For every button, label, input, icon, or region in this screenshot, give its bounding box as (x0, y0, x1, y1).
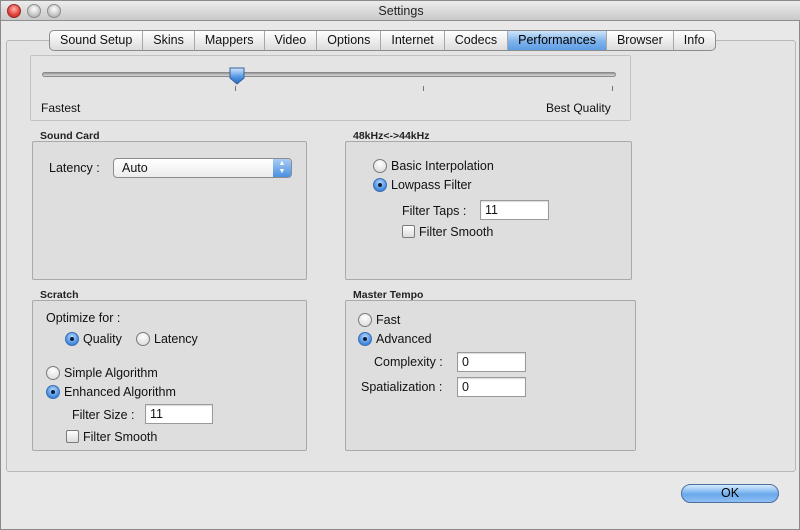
filter-taps-input[interactable]: 11 (480, 200, 549, 220)
filter-size-label: Filter Size : (72, 408, 135, 422)
tab-info[interactable]: Info (674, 31, 715, 50)
tab-codecs[interactable]: Codecs (445, 31, 509, 50)
spatialization-input[interactable]: 0 (457, 377, 526, 397)
resample-filter-smooth-label: Filter Smooth (419, 225, 494, 239)
quality-slider-group (30, 55, 631, 121)
optimize-quality-radio[interactable] (65, 332, 79, 346)
slider-tick (423, 86, 424, 91)
window-title: Settings (378, 4, 424, 18)
basic-interpolation-label: Basic Interpolation (391, 159, 494, 173)
enhanced-algorithm-label: Enhanced Algorithm (64, 385, 176, 399)
title-bar: Settings (1, 1, 800, 21)
tempo-advanced-radio[interactable] (358, 332, 372, 346)
slider-min-label: Fastest (41, 101, 81, 115)
slider-tick (235, 86, 236, 91)
simple-algorithm-label: Simple Algorithm (64, 366, 158, 380)
ok-button[interactable]: OK (681, 484, 779, 503)
tab-performances[interactable]: Performances (508, 31, 607, 50)
quality-slider-thumb[interactable] (229, 67, 245, 85)
quality-slider-track[interactable] (42, 72, 616, 77)
slider-max-label: Best Quality (546, 101, 611, 115)
optimize-latency-radio[interactable] (136, 332, 150, 346)
minimize-window-button[interactable] (27, 4, 41, 18)
scratch-filter-smooth-checkbox[interactable] (66, 430, 79, 443)
zoom-window-button[interactable] (47, 4, 61, 18)
lowpass-filter-radio[interactable] (373, 178, 387, 192)
filter-taps-label: Filter Taps : (402, 204, 467, 218)
spatialization-label: Spatialization : (361, 380, 443, 394)
latency-select-value: Auto (122, 161, 148, 175)
slider-tick (612, 86, 613, 91)
tempo-advanced-label: Advanced (376, 332, 432, 346)
optimize-for-label: Optimize for : (46, 311, 121, 325)
close-window-button[interactable] (7, 4, 21, 18)
select-arrows-icon: ▲ ▼ (273, 159, 291, 177)
complexity-label: Complexity : (374, 355, 443, 369)
tab-sound-setup[interactable]: Sound Setup (50, 31, 144, 50)
tab-skins[interactable]: Skins (143, 31, 195, 50)
optimize-quality-label: Quality (83, 332, 122, 346)
complexity-input[interactable]: 0 (457, 352, 526, 372)
tab-bar: Sound Setup Skins Mappers Video Options … (49, 30, 716, 51)
tempo-fast-label: Fast (376, 313, 401, 327)
enhanced-algorithm-radio[interactable] (46, 385, 60, 399)
tab-internet[interactable]: Internet (381, 31, 445, 50)
tab-video[interactable]: Video (265, 31, 318, 50)
settings-window: Settings Sound Setup Skins Mappers Video… (0, 0, 800, 530)
tab-options[interactable]: Options (317, 31, 382, 50)
lowpass-filter-label: Lowpass Filter (391, 178, 472, 192)
latency-label: Latency : (49, 161, 100, 175)
resample-filter-smooth-checkbox[interactable] (402, 225, 415, 238)
simple-algorithm-radio[interactable] (46, 366, 60, 380)
tab-mappers[interactable]: Mappers (195, 31, 265, 50)
basic-interpolation-radio[interactable] (373, 159, 387, 173)
scratch-filter-smooth-label: Filter Smooth (83, 430, 158, 444)
tempo-fast-radio[interactable] (358, 313, 372, 327)
latency-select[interactable]: Auto ▲ ▼ (113, 158, 292, 178)
filter-size-input[interactable]: 11 (145, 404, 213, 424)
optimize-latency-label: Latency (154, 332, 198, 346)
tab-browser[interactable]: Browser (607, 31, 674, 50)
